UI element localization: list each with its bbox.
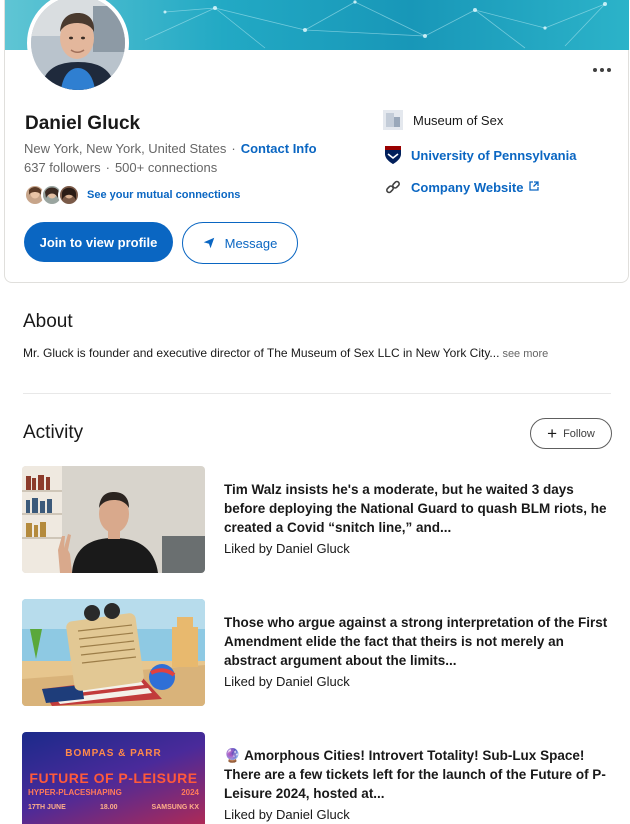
profile-location-line: New York, New York, United States · Contac… [24,141,317,156]
mutual-connections-link[interactable]: See your mutual connections [87,189,240,201]
link-icon [383,177,403,197]
thumb-year: 2024 [181,788,199,797]
plus-icon: + [547,424,558,443]
post-liked-by: Liked by Daniel Gluck [224,807,350,822]
post-text: Those who argue against a strong interpr… [224,615,608,668]
message-button[interactable]: Message [182,222,298,264]
more-options-icon[interactable] [589,60,615,80]
thumb-time: 18.00 [100,804,118,811]
thumb-brand: BOMPAS & PARR [65,748,162,759]
about-summary: Mr. Gluck is founder and executive direc… [23,346,500,360]
followers-count: 637 followers [24,160,101,175]
see-more-link[interactable]: see more [502,348,548,360]
follow-button[interactable]: + Follow [530,418,612,449]
university-shield-icon [383,145,403,165]
join-to-view-profile-button[interactable]: Join to view profile [24,222,173,262]
education-row[interactable]: University of Pennsylvania [383,145,576,165]
profile-location: New York, New York, United States [24,141,227,156]
thumb-subhead: HYPER-PLACESHAPING [28,788,122,797]
connections-count: 500+ connections [114,160,218,175]
profile-card: Daniel Gluck New York, New York, United … [4,0,629,283]
send-icon [203,237,214,249]
crystal-ball-icon: 🔮 [224,748,241,763]
post-text: 🔮 Amorphous Cities! Introvert Totality! … [224,746,612,803]
message-label: Message [224,235,278,251]
profile-avatar [27,0,129,94]
current-company-row[interactable]: Museum of Sex [383,110,503,130]
company-logo-icon [383,110,403,130]
section-divider [23,393,611,394]
activity-post[interactable]: Those who argue against a strong interpr… [22,599,612,707]
post-thumbnail [22,466,205,573]
mutual-avatars [24,184,80,206]
activity-post[interactable]: BOMPAS & PARR FUTURE OF P-LEISURE HYPER-… [22,732,612,824]
activity-heading: Activity [23,422,84,443]
post-text: Tim Walz insists he's a moderate, but he… [224,482,607,535]
follow-label: Follow [563,427,595,440]
education-link[interactable]: University of Pennsylvania [411,148,576,163]
company-website-link[interactable]: Company Website [411,180,523,195]
thumb-headline: FUTURE OF P-LEISURE [29,770,198,786]
activity-post[interactable]: Tim Walz insists he's a moderate, but he… [22,466,612,574]
post-liked-by: Liked by Daniel Gluck [224,674,350,689]
about-heading: About [23,311,73,332]
about-text: Mr. Gluck is founder and executive direc… [23,346,548,360]
post-liked-by: Liked by Daniel Gluck [224,541,350,556]
post-thumbnail [22,599,205,706]
mutual-connections[interactable]: See your mutual connections [24,184,240,206]
post-text-body: Amorphous Cities! Introvert Totality! Su… [224,748,606,801]
thumb-venue: SAMSUNG KX [151,804,199,811]
company-website-row[interactable]: Company Website [383,177,540,197]
contact-info-link[interactable]: Contact Info [241,141,317,156]
current-company-name: Museum of Sex [413,112,504,128]
thumb-date: 17TH JUNE [28,804,66,811]
profile-stats: 637 followers · 500+ connections [24,160,218,175]
mutual-avatar [58,184,80,206]
profile-name: Daniel Gluck [25,113,141,134]
post-thumbnail: BOMPAS & PARR FUTURE OF P-LEISURE HYPER-… [22,732,205,824]
external-link-icon [529,178,540,196]
